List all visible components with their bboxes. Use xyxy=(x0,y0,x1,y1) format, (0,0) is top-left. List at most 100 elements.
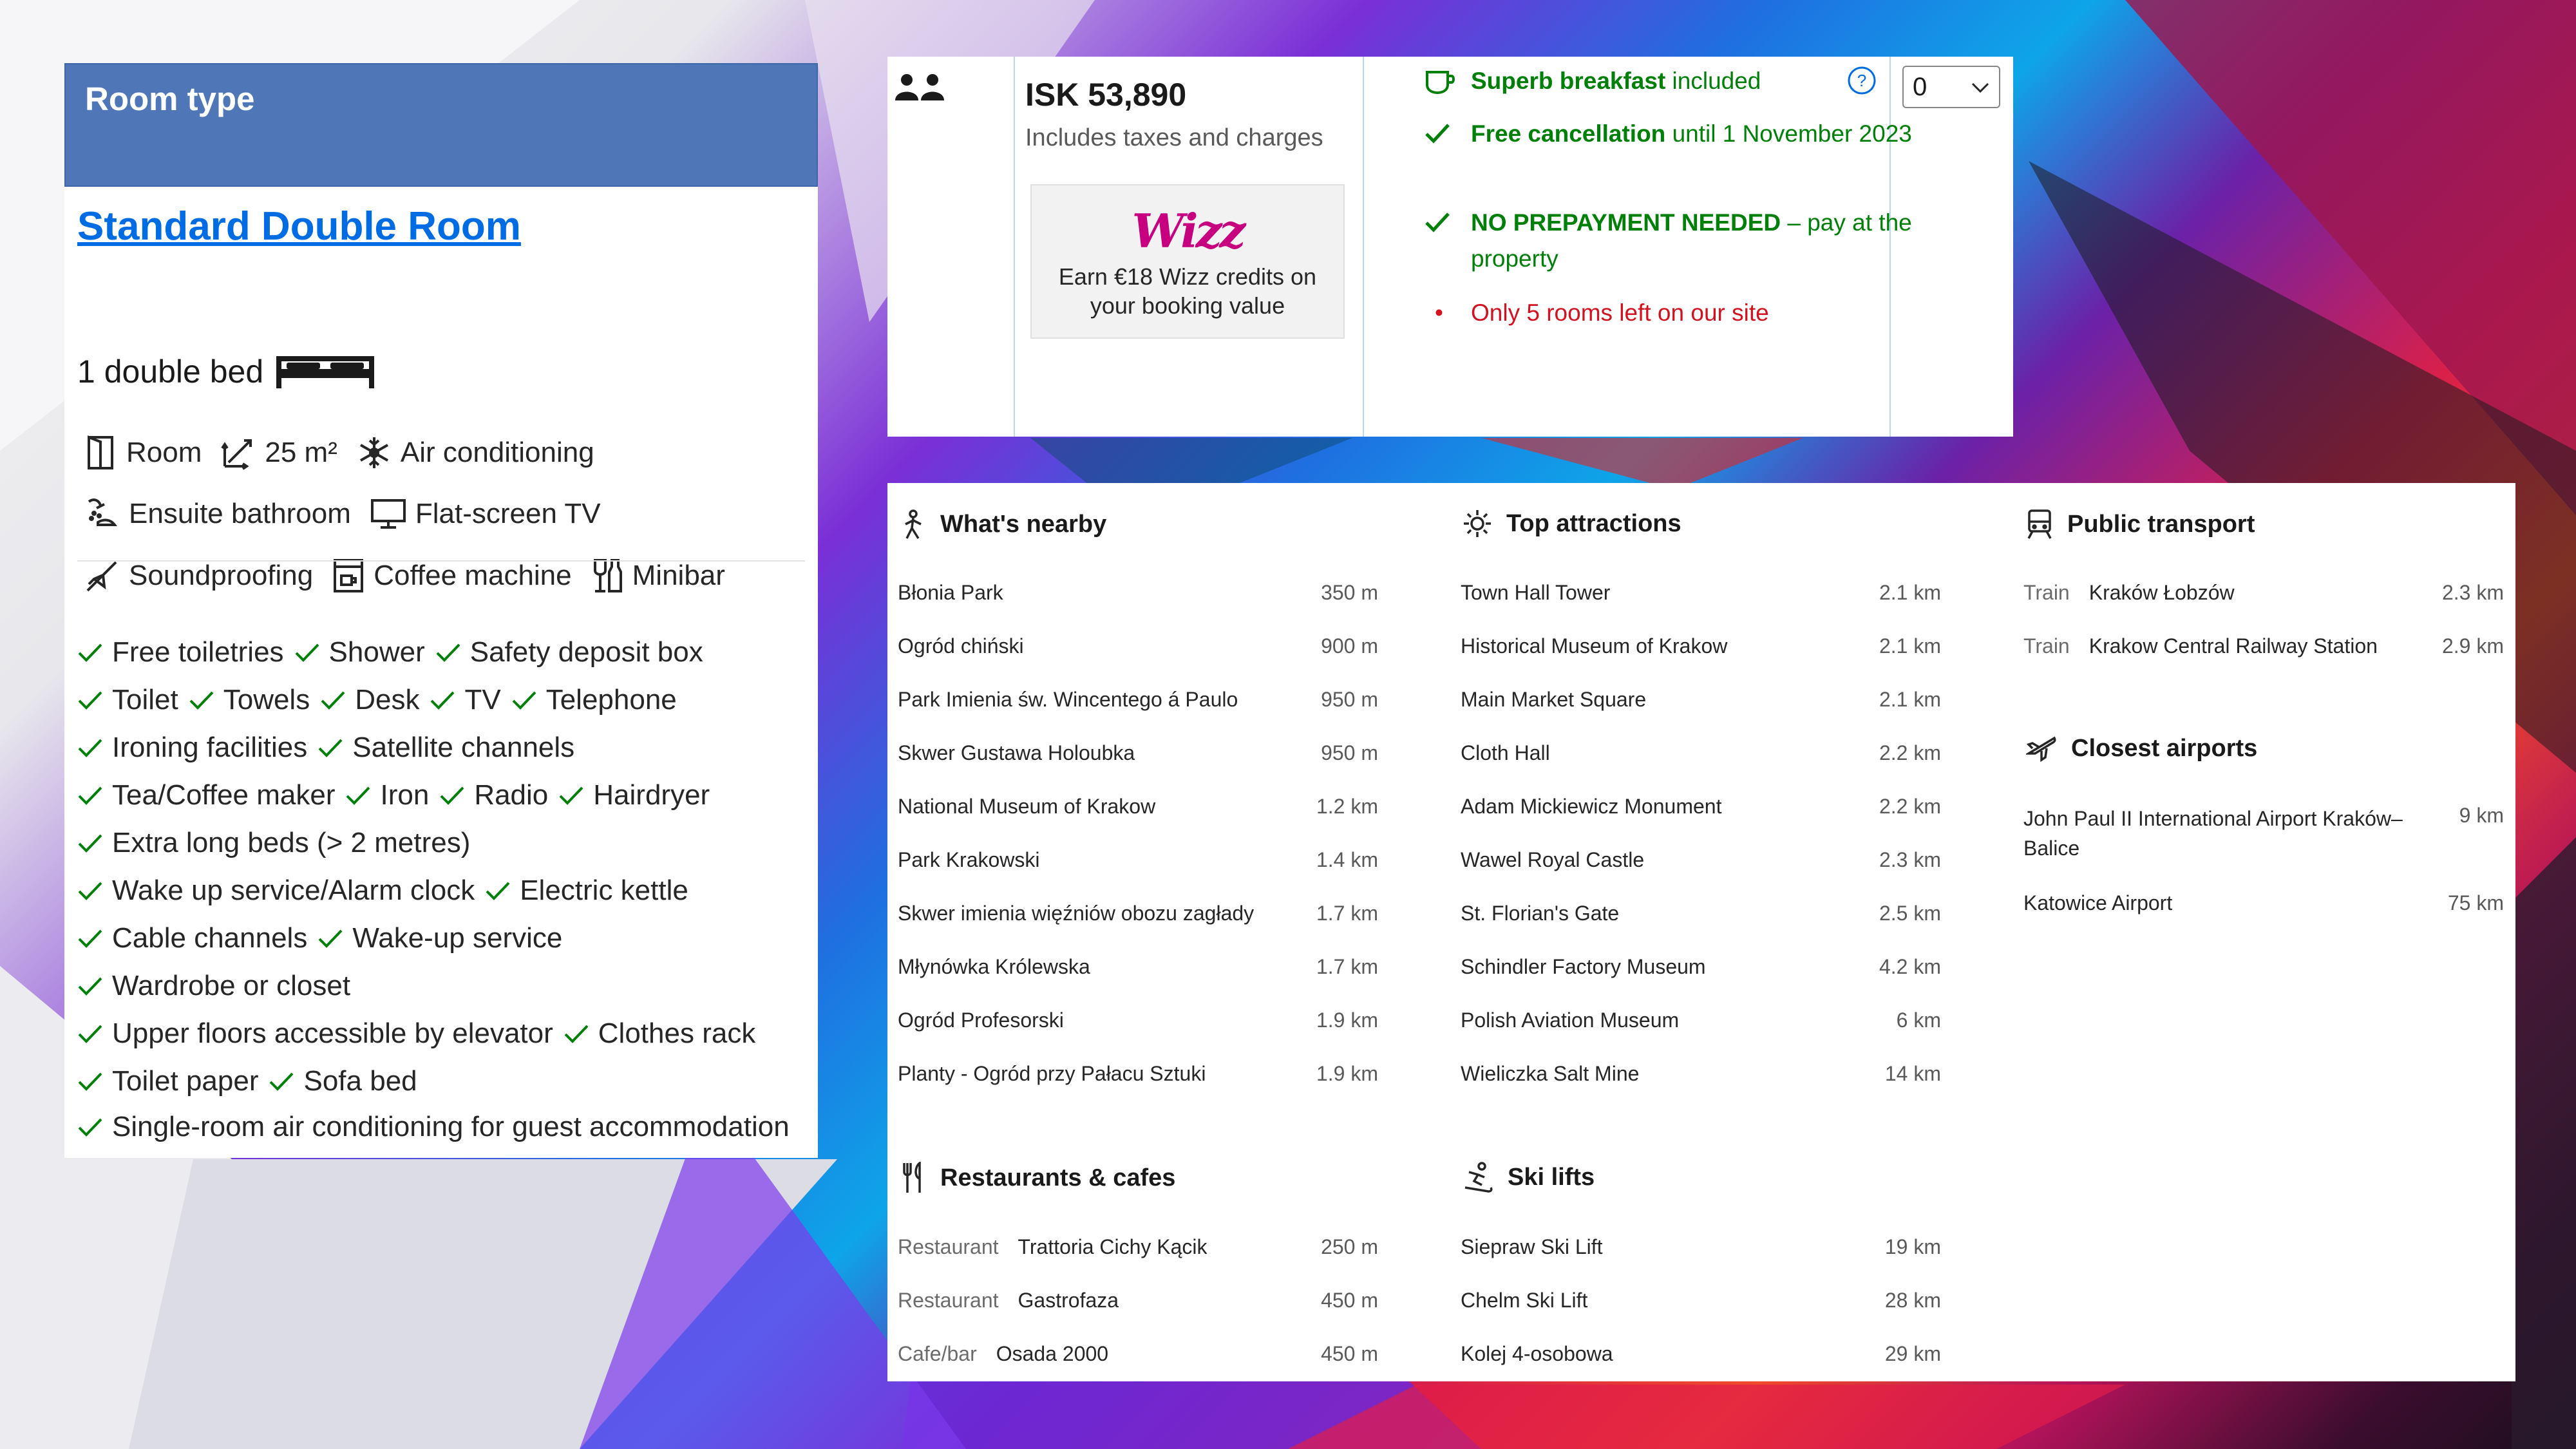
attractions-item[interactable]: Adam Mickiewicz Monument 2.2 km xyxy=(1461,795,1941,819)
attractions-item-distance: 14 km xyxy=(1884,1062,1941,1085)
room-name-link[interactable]: Standard Double Room xyxy=(77,204,521,249)
nearby-heading: What's nearby xyxy=(940,510,1107,538)
ski-heading: Ski lifts xyxy=(1508,1163,1595,1191)
restaurants-item-distance: 450 m xyxy=(1321,1289,1378,1312)
transport-title: Public transport xyxy=(2026,509,2255,540)
amenity-label: Upper floors accessible by elevator xyxy=(112,1018,553,1049)
attractions-item[interactable]: Schindler Factory Museum 4.2 km xyxy=(1461,955,1941,979)
checkmark-icon xyxy=(1425,213,1450,232)
breakfast-rest: included xyxy=(1665,68,1761,94)
checkmark-icon xyxy=(78,739,102,757)
amenity-label: Satellite channels xyxy=(352,732,575,763)
amenity-row: Extra long beds (> 2 metres) xyxy=(77,826,805,861)
attractions-item[interactable]: Wieliczka Salt Mine 14 km xyxy=(1461,1062,1941,1086)
airports-item-distance: 9 km xyxy=(2459,804,2504,827)
attractions-item[interactable]: Historical Museum of Krakow 2.1 km xyxy=(1461,634,1941,658)
restaurants-item-type: Restaurant xyxy=(898,1289,999,1312)
attractions-item[interactable]: Main Market Square 2.1 km xyxy=(1461,688,1941,712)
room-type-header: Room type xyxy=(64,63,818,187)
amenity-row: Tea/Coffee maker Iron Radio Hairdryer xyxy=(77,778,805,813)
amenity-label: Safety deposit box xyxy=(469,636,703,668)
airports-item[interactable]: John Paul II International Airport Krakó… xyxy=(2023,804,2504,863)
cancellation-rest: until 1 November 2023 xyxy=(1665,120,1912,147)
nearby-item-distance: 350 m xyxy=(1321,581,1378,604)
attractions-item-distance: 4.2 km xyxy=(1879,955,1941,978)
amenity-label: Wake-up service xyxy=(352,922,563,954)
attractions-item[interactable]: Polish Aviation Museum 6 km xyxy=(1461,1009,1941,1032)
attractions-item[interactable]: Town Hall Tower 2.1 km xyxy=(1461,581,1941,605)
facility-room: Room xyxy=(85,435,202,470)
checkmark-icon xyxy=(440,786,464,805)
occupancy-column xyxy=(887,57,1015,437)
restaurants-item[interactable]: Cafe/bar Osada 2000 450 m xyxy=(898,1342,1378,1366)
amenity-item: Wake up service/Alarm clock xyxy=(77,873,475,907)
help-icon[interactable]: ? xyxy=(1847,66,1877,95)
attractions-item[interactable]: Wawel Royal Castle 2.3 km xyxy=(1461,848,1941,872)
checkmark-icon xyxy=(1425,124,1450,144)
amenity-item: Shower xyxy=(294,635,425,669)
price-panel: ISK 53,890 Includes taxes and charges Wi… xyxy=(887,57,2013,437)
amenity-label: Ironing facilities xyxy=(112,732,308,763)
airports-item-distance: 75 km xyxy=(2447,891,2504,914)
checkmark-icon xyxy=(559,786,583,805)
facility-soundproofing: Soundproofing xyxy=(85,558,313,593)
amenity-label: Sofa bed xyxy=(303,1065,417,1097)
amenity-item: Free toiletries xyxy=(77,635,284,669)
ski-item-name: Siepraw Ski Lift xyxy=(1461,1235,1603,1258)
attractions-item[interactable]: Cloth Hall 2.2 km xyxy=(1461,741,1941,765)
restaurants-title: Restaurants & cafes xyxy=(900,1162,1175,1194)
nearby-item[interactable]: Skwer Gustawa Holoubka 950 m xyxy=(898,741,1378,765)
skier-icon xyxy=(1464,1162,1493,1193)
restaurants-item[interactable]: Restaurant Gastrofaza 450 m xyxy=(898,1289,1378,1312)
nearby-item[interactable]: Park Krakowski 1.4 km xyxy=(898,848,1378,872)
train-icon xyxy=(2027,509,2052,539)
amenity-item: Tea/Coffee maker xyxy=(77,778,335,812)
amenity-item: Radio xyxy=(439,778,548,812)
nearby-item[interactable]: Park Imienia św. Wincentego á Paulo 950 m xyxy=(898,688,1378,712)
ski-item[interactable]: Kolej 4-osobowa 29 km xyxy=(1461,1342,1941,1366)
restaurants-item-name: Trattoria Cichy Kącik xyxy=(1018,1235,1208,1258)
amenity-row: Toilet paper Sofa bed xyxy=(77,1064,805,1099)
ski-item[interactable]: Chelm Ski Lift 28 km xyxy=(1461,1289,1941,1312)
nearby-item[interactable]: Ogród chiński 900 m xyxy=(898,634,1378,658)
nearby-item[interactable]: Ogród Profesorski 1.9 km xyxy=(898,1009,1378,1032)
airports-item[interactable]: Katowice Airport 75 km xyxy=(2023,891,2504,915)
prepayment-condition: NO PREPAYMENT NEEDED – pay at the proper… xyxy=(1425,205,1960,277)
amenity-label: Single-room air conditioning for guest a… xyxy=(112,1111,790,1142)
amenity-row: Wake up service/Alarm clock Electric kett… xyxy=(77,873,805,909)
amenity-row: Free toiletries Shower Safety deposit box xyxy=(77,635,805,670)
checkmark-icon xyxy=(78,834,102,853)
nearby-item[interactable]: Błonia Park 350 m xyxy=(898,581,1378,605)
nearby-item-distance: 1.2 km xyxy=(1316,795,1378,818)
amenity-item: Wardrobe or closet xyxy=(77,969,350,1003)
checkmark-icon xyxy=(78,929,102,948)
attractions-item-name: Wieliczka Salt Mine xyxy=(1461,1062,1640,1085)
nearby-item[interactable]: Planty - Ogród przy Pałacu Sztuki 1.9 km xyxy=(898,1062,1378,1086)
attractions-item-name: Historical Museum of Krakow xyxy=(1461,634,1728,658)
facilities-row-1: Room 25 m² Air conditioning xyxy=(85,435,614,470)
checkmark-icon xyxy=(431,691,455,710)
transport-item[interactable]: Train Kraków Łobzów 2.3 km xyxy=(2023,581,2504,605)
room-quantity-select[interactable]: 0 xyxy=(1902,66,2000,108)
amenity-label: Extra long beds (> 2 metres) xyxy=(112,827,471,858)
amenity-row: Cable channels Wake-up service xyxy=(77,921,805,956)
nearby-item-distance: 1.4 km xyxy=(1316,848,1378,871)
transport-item-type: Train xyxy=(2023,634,2070,658)
nearby-item[interactable]: Skwer imienia więźniów obozu zagłady 1.7 … xyxy=(898,902,1378,925)
attractions-title: Top attractions xyxy=(1463,509,1681,538)
amenity-item: Safety deposit box xyxy=(435,635,703,669)
nearby-item[interactable]: Młynówka Królewska 1.7 km xyxy=(898,955,1378,979)
amenity-label: Wardrobe or closet xyxy=(112,970,351,1001)
transport-item[interactable]: Train Krakow Central Railway Station 2.9 k… xyxy=(2023,634,2504,658)
facility-coffee-machine-label: Coffee machine xyxy=(374,560,572,591)
amenity-item: Extra long beds (> 2 metres) xyxy=(77,826,470,860)
nearby-item-distance: 900 m xyxy=(1321,634,1378,658)
nearby-item-distance: 1.9 km xyxy=(1316,1062,1378,1085)
attractions-item-distance: 2.1 km xyxy=(1879,634,1941,658)
nearby-item-name: National Museum of Krakow xyxy=(898,795,1156,818)
attractions-item[interactable]: St. Florian's Gate 2.5 km xyxy=(1461,902,1941,925)
nearby-item[interactable]: National Museum of Krakow 1.2 km xyxy=(898,795,1378,819)
ski-item[interactable]: Siepraw Ski Lift 19 km xyxy=(1461,1235,1941,1259)
minibar-icon xyxy=(593,559,622,592)
restaurants-item[interactable]: Restaurant Trattoria Cichy Kącik 250 m xyxy=(898,1235,1378,1259)
